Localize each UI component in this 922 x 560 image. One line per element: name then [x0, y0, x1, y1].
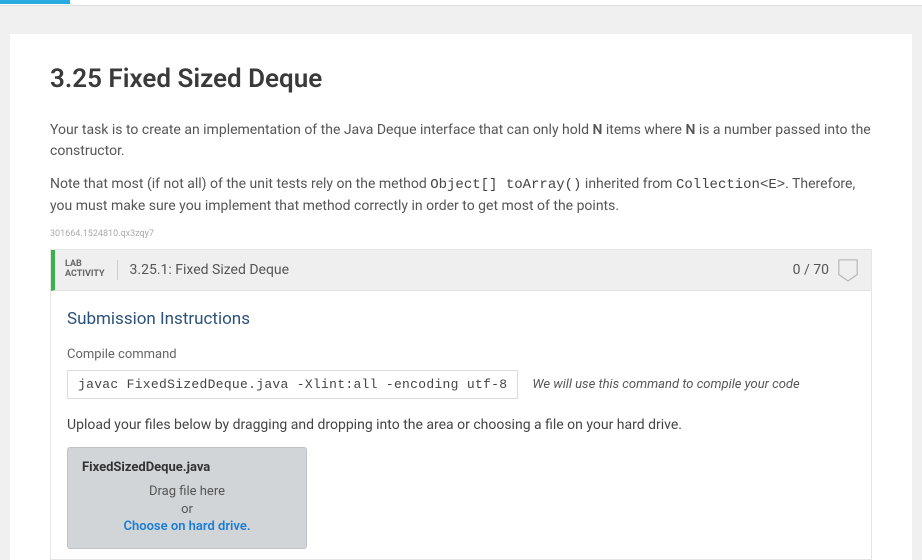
page-container: 3.25 Fixed Sized Deque Your task is to c… [10, 34, 912, 560]
text: items where [602, 122, 685, 138]
compile-command-label: Compile command [67, 347, 855, 362]
compile-note: We will use this command to compile your… [532, 377, 799, 392]
submission-heading: Submission Instructions [67, 309, 855, 329]
upload-instruction: Upload your files below by dragging and … [67, 417, 855, 433]
shield-icon [837, 258, 859, 282]
lab-label-line2: ACTIVITY [65, 270, 105, 280]
choose-on-hard-drive-link[interactable]: Choose on hard drive. [82, 519, 292, 534]
compile-row: javac FixedSizedDeque.java -Xlint:all -e… [67, 370, 855, 399]
top-progress-bar [0, 0, 922, 6]
page-title: 3.25 Fixed Sized Deque [50, 64, 872, 94]
text: inherited from [581, 176, 675, 192]
lab-header: LAB ACTIVITY 3.25.1: Fixed Sized Deque 0… [51, 250, 871, 291]
text: Your task is to create an implementation… [50, 122, 593, 138]
lab-box: LAB ACTIVITY 3.25.1: Fixed Sized Deque 0… [50, 249, 872, 560]
text: Note that most (if not all) of the unit … [50, 176, 430, 192]
code-toarray: Object[] toArray() [430, 177, 581, 193]
intro-paragraph-1: Your task is to create an implementation… [50, 120, 872, 162]
drag-file-text: Drag file here [82, 483, 292, 501]
lab-body: Submission Instructions Compile command … [51, 291, 871, 559]
compile-command-box: javac FixedSizedDeque.java -Xlint:all -e… [67, 370, 518, 399]
lab-activity-label: LAB ACTIVITY [65, 260, 118, 280]
bold-n-2: N [685, 122, 695, 138]
code-collection: Collection<E> [676, 177, 785, 193]
drop-filename: FixedSizedDeque.java [82, 460, 292, 475]
lab-points: 0 / 70 [793, 262, 837, 278]
progress-fill [0, 0, 70, 4]
intro-paragraph-2: Note that most (if not all) of the unit … [50, 174, 872, 217]
file-drop-zone[interactable]: FixedSizedDeque.java Drag file here or C… [67, 447, 307, 549]
lab-title: 3.25.1: Fixed Sized Deque [118, 262, 290, 278]
or-text: or [82, 501, 292, 519]
tiny-id: 301664.1524810.qx3zqy7 [50, 229, 872, 239]
bold-n-1: N [593, 122, 603, 138]
